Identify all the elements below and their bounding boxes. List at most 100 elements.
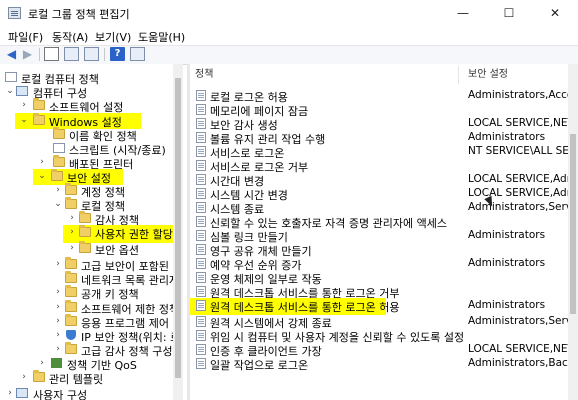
folder-icon bbox=[65, 257, 77, 269]
folder-icon bbox=[33, 370, 45, 382]
folder-icon bbox=[65, 314, 77, 326]
policy-editor-icon bbox=[8, 7, 21, 19]
folder-icon bbox=[65, 197, 77, 209]
chevron-right-icon[interactable]: › bbox=[53, 344, 63, 354]
tree-scrollbar-thumb[interactable] bbox=[175, 78, 181, 378]
chevron-right-icon[interactable]: › bbox=[19, 100, 29, 110]
window-title: 로컬 그룹 정책 편집기 bbox=[28, 8, 130, 21]
show-hide-tree-icon[interactable] bbox=[64, 47, 79, 61]
document-icon bbox=[53, 143, 65, 153]
policy-icon bbox=[196, 132, 206, 143]
chevron-right-icon[interactable]: › bbox=[53, 302, 63, 312]
chevron-right-icon[interactable]: › bbox=[53, 330, 63, 340]
folder-icon bbox=[65, 342, 77, 354]
tree-item-user-config[interactable]: › 사용자 구성 bbox=[0, 386, 183, 400]
folder-icon bbox=[33, 98, 45, 110]
policy-icon bbox=[196, 174, 206, 185]
folder-icon bbox=[65, 271, 77, 283]
policy-icon bbox=[196, 272, 206, 283]
policy-icon bbox=[196, 118, 206, 129]
chevron-right-icon[interactable]: › bbox=[37, 157, 47, 167]
properties-icon[interactable] bbox=[130, 47, 145, 61]
policy-row-rdp-logon-allow[interactable]: 원격 데스크톱 서비스를 통한 로그온 허용 Administrators bbox=[190, 298, 568, 315]
maximize-button[interactable]: ☐ bbox=[486, 0, 532, 27]
folder-icon bbox=[65, 183, 77, 195]
policy-icon bbox=[196, 244, 206, 255]
folder-icon bbox=[53, 155, 65, 167]
tree-item-public-key-policy[interactable]: › 공개 키 정책 bbox=[0, 285, 183, 301]
chevron-right-icon[interactable]: › bbox=[53, 316, 63, 326]
policy-icon bbox=[196, 160, 206, 171]
back-arrow-icon[interactable]: ◀ bbox=[4, 47, 19, 61]
policy-icon bbox=[196, 202, 206, 213]
toolbar: ◀ ▶ ? bbox=[0, 45, 578, 65]
policy-icon bbox=[196, 188, 206, 199]
chevron-right-icon[interactable]: › bbox=[53, 259, 63, 269]
folder-icon bbox=[79, 241, 91, 253]
policy-icon bbox=[196, 300, 206, 311]
menu-bar: 파일(F) 동작(A) 보기(V) 도움말(H) bbox=[0, 27, 578, 45]
tree-scrollbar[interactable] bbox=[173, 64, 183, 400]
chevron-right-icon[interactable]: › bbox=[67, 213, 77, 223]
up-level-icon[interactable] bbox=[44, 47, 59, 61]
title-bar: 로컬 그룹 정책 편집기 — ☐ ✕ bbox=[0, 0, 578, 27]
chevron-down-icon[interactable]: ⌄ bbox=[5, 86, 15, 96]
tree-item-admin-templates[interactable]: › 관리 템플릿 bbox=[0, 370, 183, 386]
close-button[interactable]: ✕ bbox=[532, 0, 578, 27]
tree-pane: 로컬 컴퓨터 정책 ⌄ 컴퓨터 구성 › 소프트웨어 설정 ⌄ Windows … bbox=[0, 64, 183, 400]
policy-icon bbox=[196, 258, 206, 269]
toolbar-separator bbox=[39, 48, 40, 61]
menu-file[interactable]: 파일(F) bbox=[8, 29, 43, 45]
computer-icon bbox=[16, 86, 28, 96]
menu-view[interactable]: 보기(V) bbox=[95, 29, 131, 45]
policy-icon bbox=[196, 146, 206, 157]
chevron-right-icon[interactable]: › bbox=[37, 358, 47, 368]
folder-icon bbox=[51, 169, 63, 181]
chevron-right-icon[interactable]: › bbox=[53, 287, 63, 297]
policy-icon bbox=[196, 330, 206, 341]
policy-icon bbox=[196, 104, 206, 115]
tree-item-software-settings[interactable]: › 소프트웨어 설정 bbox=[0, 98, 183, 114]
computer-icon bbox=[16, 388, 28, 398]
export-list-icon[interactable] bbox=[84, 47, 99, 61]
tree-item-security-options[interactable]: › 보안 옵션 bbox=[0, 241, 183, 257]
list-scrollbar-thumb[interactable] bbox=[570, 134, 576, 314]
chevron-right-icon[interactable]: › bbox=[67, 243, 77, 253]
policy-icon bbox=[196, 216, 206, 227]
folder-icon bbox=[33, 113, 45, 125]
chevron-right-icon[interactable]: › bbox=[67, 227, 77, 237]
column-header-security-setting[interactable]: 보안 설정 bbox=[468, 64, 568, 86]
chevron-right-icon[interactable]: › bbox=[53, 185, 63, 195]
policy-icon bbox=[196, 90, 206, 101]
chevron-down-icon[interactable]: ⌄ bbox=[19, 115, 29, 125]
toolbar-separator bbox=[104, 48, 105, 61]
chevron-down-icon[interactable]: ⌄ bbox=[37, 171, 47, 181]
folder-icon bbox=[79, 225, 91, 237]
forward-arrow-icon[interactable]: ▶ bbox=[20, 47, 35, 61]
chevron-right-icon[interactable]: › bbox=[19, 372, 29, 382]
menu-action[interactable]: 동작(A) bbox=[52, 29, 88, 45]
folder-icon bbox=[53, 127, 65, 139]
column-header-policy[interactable]: 정책 bbox=[195, 64, 455, 86]
policy-icon bbox=[196, 286, 206, 297]
folder-icon bbox=[65, 285, 77, 297]
document-icon bbox=[5, 72, 17, 82]
folder-icon bbox=[79, 211, 91, 223]
help-icon[interactable]: ? bbox=[110, 47, 125, 61]
policy-icon bbox=[196, 230, 206, 241]
list-scrollbar[interactable] bbox=[568, 64, 578, 400]
policy-icon bbox=[196, 316, 206, 327]
chevron-right-icon[interactable]: › bbox=[5, 388, 15, 398]
policy-icon bbox=[196, 344, 206, 355]
minimize-button[interactable]: — bbox=[440, 0, 486, 27]
policy-icon bbox=[196, 358, 206, 369]
column-separator[interactable] bbox=[458, 66, 459, 84]
menu-help[interactable]: 도움말(H) bbox=[138, 29, 185, 45]
policy-row[interactable]: 일괄 작업으로 로그온Administrators,Backup ... bbox=[190, 356, 570, 372]
shield-icon bbox=[66, 330, 76, 340]
policy-list-pane: 정책 보안 설정 로컬 로그온 허용Administrators,Account… bbox=[190, 64, 578, 400]
chart-icon bbox=[51, 358, 62, 368]
folder-icon bbox=[65, 300, 77, 312]
tree-item-user-rights-assignment[interactable]: › 사용자 권한 할당 bbox=[0, 225, 183, 243]
chevron-down-icon[interactable]: ⌄ bbox=[53, 199, 63, 209]
